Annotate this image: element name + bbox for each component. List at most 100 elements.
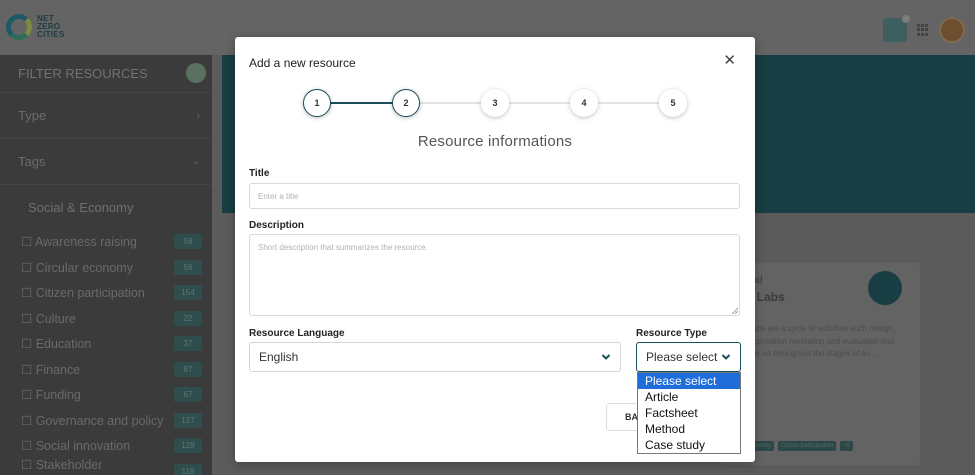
checkbox-icon[interactable]: ☐: [21, 312, 36, 326]
logo-ring-icon: [6, 14, 32, 40]
checkbox-icon[interactable]: ☐: [21, 261, 36, 275]
tag-filter-item[interactable]: ☐ Culture 22: [0, 306, 212, 332]
type-option[interactable]: Please select: [638, 373, 740, 389]
resize-handle-icon[interactable]: [731, 307, 738, 314]
filter-type-label: Type: [18, 108, 47, 123]
net-zero-cities-logo[interactable]: NET ZERO CITIES: [6, 10, 116, 44]
tag-filter-item[interactable]: ☐ Funding 67: [0, 382, 212, 408]
checkbox-icon[interactable]: ☐: [21, 414, 36, 428]
tag-filter-item[interactable]: ☐ Awareness raising 58: [0, 229, 212, 255]
tag-count-badge: 37: [174, 336, 202, 352]
filter-tags[interactable]: Tags ⌄: [0, 139, 212, 185]
card-description: Labs are a cycle of activities such desi…: [748, 324, 896, 358]
step-5[interactable]: 5: [659, 89, 687, 117]
checkbox-icon[interactable]: ☐: [21, 363, 36, 377]
tag-filter-label: Social innovation: [35, 439, 131, 454]
checkbox-icon[interactable]: ☐: [21, 337, 36, 351]
type-option[interactable]: Case study: [638, 437, 740, 453]
tag-filter-item[interactable]: ☐ Social innovation 129: [0, 433, 212, 459]
filter-type[interactable]: Type ›: [0, 93, 212, 139]
type-option[interactable]: Article: [638, 389, 740, 405]
notification-dot-icon: [902, 15, 910, 23]
description-label: Description: [249, 220, 305, 231]
tag-count-badge: 154: [174, 285, 202, 301]
tag-filter-left: ☐ Awareness raising: [21, 234, 137, 249]
tag-filter-label: Education: [35, 337, 92, 352]
title-input[interactable]: [249, 183, 740, 209]
tag-filter-left: ☐ Governance and policy: [21, 413, 164, 428]
checkbox-icon[interactable]: ☐: [21, 439, 36, 453]
language-value: English: [259, 350, 299, 364]
tag-count-badge: 56: [174, 259, 202, 275]
language-label: Resource Language: [249, 328, 345, 339]
card-tag: Citizen participation: [778, 441, 837, 451]
tag-filter-item[interactable]: ☐ Circular economy 56: [0, 255, 212, 281]
tag-filter-item[interactable]: ☐ Stakeholder engagement118: [0, 457, 212, 475]
modal-title: Add a new resource: [249, 56, 356, 70]
tag-filter-left: ☐ Funding: [21, 387, 81, 402]
step-4[interactable]: 4: [570, 89, 598, 117]
tag-filter-left: ☐ Stakeholder engagement: [21, 457, 174, 475]
tag-filter-label: Circular economy: [35, 260, 133, 275]
tag-filter-label: Citizen participation: [35, 286, 145, 301]
logo-line-3: CITIES: [37, 30, 65, 39]
card-tags: onomy Citizen participation +5: [750, 441, 854, 451]
step-1[interactable]: 1: [303, 89, 331, 117]
checkbox-icon[interactable]: ☐: [21, 458, 36, 472]
tag-filter-label: Awareness raising: [35, 235, 137, 250]
tag-filter-item[interactable]: ☐ Citizen participation 154: [0, 280, 212, 306]
title-label: Title: [249, 168, 270, 179]
tag-count-badge: 87: [174, 361, 202, 377]
tag-filter-label: Funding: [35, 388, 81, 403]
sidebar-header: FILTER RESOURCES: [0, 55, 212, 93]
step-connector: [406, 102, 674, 104]
chevron-right-icon: ›: [196, 110, 200, 121]
tag-filter-left: ☐ Education: [21, 336, 91, 351]
tag-count-badge: 22: [174, 310, 202, 326]
checkbox-icon[interactable]: ☐: [21, 286, 36, 300]
type-option[interactable]: Method: [638, 421, 740, 437]
tag-filter-left: ☐ Social innovation: [21, 438, 130, 453]
filter-sidebar: FILTER RESOURCES Type › Tags ⌄ Social & …: [0, 55, 212, 475]
type-label: Resource Type: [636, 328, 707, 339]
tag-filter-item[interactable]: ☐ Finance 87: [0, 357, 212, 383]
tag-filter-left: ☐ Citizen participation: [21, 285, 145, 300]
language-select[interactable]: English: [249, 342, 621, 372]
card-tag: +5: [840, 441, 854, 451]
checkbox-icon[interactable]: ☐: [21, 235, 35, 249]
tag-filter-item[interactable]: ☐ Governance and policy 127: [0, 408, 212, 434]
tag-group-label: Social & Economy: [28, 200, 134, 215]
close-icon[interactable]: ✕: [723, 53, 736, 68]
checkbox-icon[interactable]: ☐: [21, 388, 36, 402]
logo-text: NET ZERO CITIES: [37, 15, 65, 39]
resource-type-icon: [868, 271, 902, 305]
notifications-button[interactable]: [883, 15, 910, 42]
apps-grid-icon[interactable]: [917, 24, 929, 36]
tag-filter-label: Finance: [35, 362, 81, 377]
tag-filter-left: ☐ Culture: [21, 311, 76, 326]
description-field-wrapper: [249, 234, 740, 316]
step-3[interactable]: 3: [481, 89, 509, 117]
type-select[interactable]: Please select: [636, 342, 741, 372]
type-options-list: Please select Article Factsheet Method C…: [637, 372, 741, 454]
type-option[interactable]: Factsheet: [638, 405, 740, 421]
tag-filter-left: ☐ Circular economy: [21, 260, 133, 275]
chevron-down-icon: [601, 354, 611, 360]
filter-tags-label: Tags: [18, 154, 46, 169]
top-right-actions: [883, 15, 965, 43]
tag-count-badge: 127: [174, 412, 202, 428]
tag-count-badge: 67: [174, 387, 202, 403]
tag-filter-label: Culture: [35, 311, 76, 326]
tag-count-badge: 58: [174, 234, 202, 250]
tag-filter-item[interactable]: ☐ Education 37: [0, 331, 212, 357]
collapse-sidebar-button[interactable]: [186, 63, 206, 83]
step-2[interactable]: 2: [392, 89, 420, 117]
tag-filter-label: Governance and policy: [35, 413, 164, 428]
chevron-down-icon: [721, 354, 731, 360]
sidebar-title: FILTER RESOURCES: [18, 66, 148, 81]
user-avatar[interactable]: [939, 17, 965, 43]
tag-count-badge: 129: [174, 438, 202, 454]
description-textarea[interactable]: [249, 234, 740, 316]
chevron-down-icon: ⌄: [191, 156, 200, 167]
step-progress: 1 2 3 4 5: [303, 89, 687, 117]
